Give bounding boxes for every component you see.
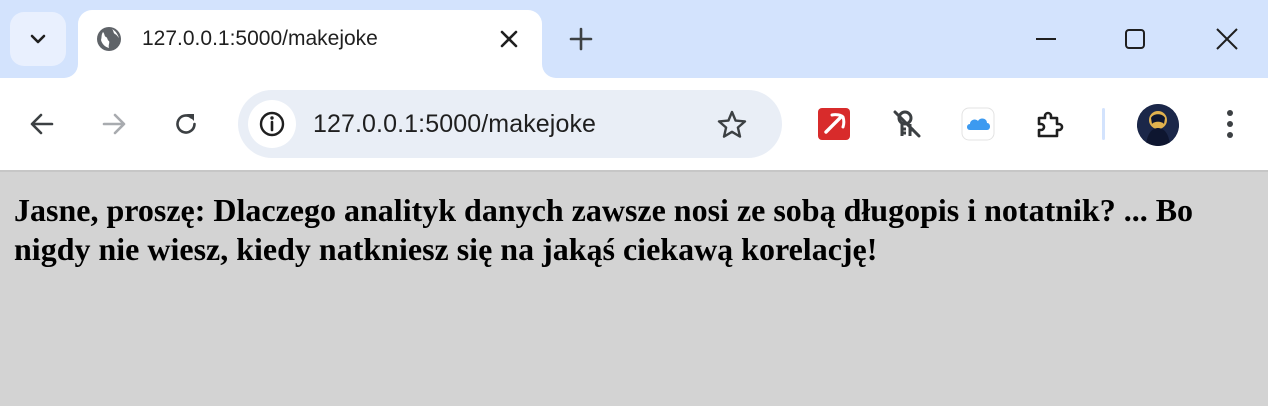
site-info-button[interactable] [248,100,296,148]
browser-toolbar: 127.0.0.1:5000/makejoke [0,78,1268,170]
page-content: Jasne, proszę: Dlaczego analityk danych … [0,172,1268,406]
tab-close-button[interactable] [496,26,522,52]
profile-picture [1137,104,1179,146]
close-icon [1216,28,1238,50]
bookmark-button[interactable] [714,107,750,143]
minimize-icon [1036,38,1056,40]
pickaxe-extension-button[interactable] [814,104,854,144]
reload-icon [176,114,196,134]
more-vert-icon [1227,110,1233,138]
reload-button[interactable] [164,102,208,146]
maximize-icon [1125,29,1145,49]
arrow-right-icon [102,113,126,135]
arrow-left-icon [30,113,54,135]
globe-icon [97,27,121,51]
address-bar[interactable]: 127.0.0.1:5000/makejoke [238,90,782,158]
puzzle-extensions-icon [1037,111,1064,138]
minimize-button[interactable] [1029,22,1063,56]
back-button[interactable] [20,102,64,146]
close-icon [500,30,518,48]
cloud-extension-button[interactable] [958,104,998,144]
toolbar-divider [1102,108,1105,140]
plus-icon [569,27,593,51]
key-off-extension-button[interactable] [887,104,927,144]
window-close-button[interactable] [1210,22,1244,56]
browser-menu-button[interactable] [1208,102,1252,146]
star-icon [717,110,747,138]
cloud-extension-icon [961,107,995,141]
avatar[interactable] [1137,104,1179,146]
tab-title: 127.0.0.1:5000/makejoke [142,27,378,50]
info-icon [259,111,285,137]
new-tab-button[interactable] [566,24,596,54]
extensions-button[interactable] [1030,104,1070,144]
chevron-down-icon [30,34,46,44]
pickaxe-extension-icon [818,108,850,140]
url-text[interactable]: 127.0.0.1:5000/makejoke [313,110,596,139]
tab-strip: 127.0.0.1:5000/makejoke [0,0,1268,78]
key-off-extension-icon [893,110,921,138]
joke-text: Jasne, proszę: Dlaczego analityk danych … [14,192,1194,267]
browser-tab[interactable]: 127.0.0.1:5000/makejoke [78,10,542,78]
maximize-button[interactable] [1118,22,1152,56]
tab-search-button[interactable] [10,12,66,66]
forward-button[interactable] [92,102,136,146]
